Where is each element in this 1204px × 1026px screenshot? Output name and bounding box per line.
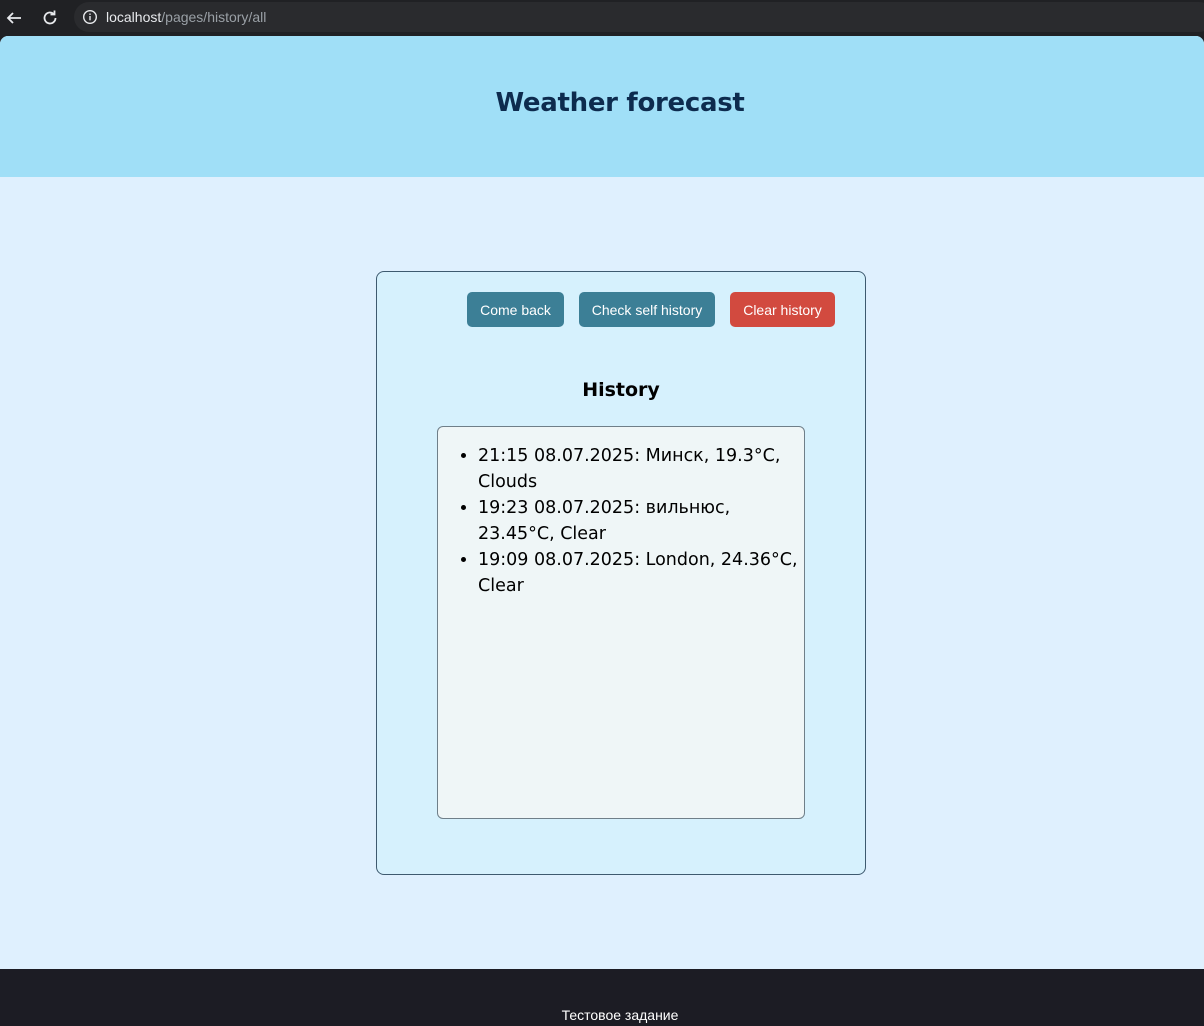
- url-host: localhost: [106, 9, 162, 25]
- address-bar[interactable]: localhost/pages/history/all: [74, 2, 1204, 32]
- url-text: localhost/pages/history/all: [106, 9, 266, 25]
- site-footer: Тестовое задание: [0, 969, 1204, 1026]
- arrow-left-icon: [6, 12, 21, 24]
- history-heading: History: [582, 379, 660, 401]
- reload-button[interactable]: [32, 0, 68, 36]
- history-list: 21:15 08.07.2025: Минск, 19.3°C, Clouds …: [438, 443, 804, 599]
- history-card: Come back Check self history Clear histo…: [376, 271, 866, 875]
- browser-toolbar: localhost/pages/history/all: [0, 0, 1204, 36]
- history-item: 19:09 08.07.2025: London, 24.36°C, Clear: [478, 547, 800, 599]
- site-header: Weather forecast: [0, 36, 1204, 177]
- back-button[interactable]: [0, 0, 32, 36]
- come-back-button[interactable]: Come back: [467, 292, 564, 327]
- history-list-box[interactable]: 21:15 08.07.2025: Минск, 19.3°C, Clouds …: [437, 426, 805, 819]
- page-title: Weather forecast: [495, 88, 745, 118]
- history-item: 21:15 08.07.2025: Минск, 19.3°C, Clouds: [478, 443, 800, 495]
- page: Weather forecast Come back Check self hi…: [0, 36, 1204, 1026]
- clear-history-button[interactable]: Clear history: [730, 292, 835, 327]
- reload-icon: [43, 10, 57, 25]
- info-icon[interactable]: [82, 9, 98, 25]
- history-item: 19:23 08.07.2025: вильнюс, 23.45°C, Clea…: [478, 495, 800, 547]
- check-self-history-button[interactable]: Check self history: [579, 292, 715, 327]
- url-path: /pages/history/all: [161, 9, 267, 25]
- footer-text: Тестовое задание: [561, 1007, 679, 1023]
